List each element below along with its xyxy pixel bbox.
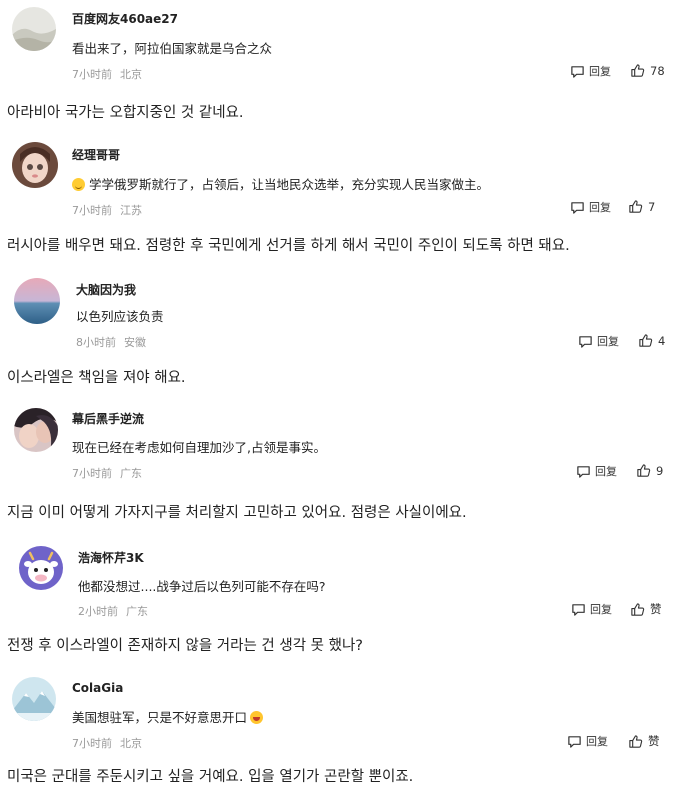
laugh-emoji-icon bbox=[250, 711, 264, 724]
comment-text-content: 学学俄罗斯就行了，占领后，让当地民众选举，充分实现人民当家做主。 bbox=[89, 177, 490, 192]
username[interactable]: 幕后黑手逆流 bbox=[72, 410, 144, 427]
avatar[interactable] bbox=[12, 142, 58, 188]
translation-text: 러시아를 배우면 돼요. 점령한 후 국민에게 선거를 하게 해서 국민이 주인… bbox=[7, 238, 570, 254]
reply-label: 回复 bbox=[589, 201, 611, 214]
comment-time: 7小时前 bbox=[72, 737, 112, 750]
avatar[interactable] bbox=[19, 546, 63, 590]
username[interactable]: ColaGia bbox=[72, 681, 123, 695]
comment-text: 美国想驻军，只是不好意思开口 bbox=[72, 707, 264, 726]
avatar[interactable] bbox=[12, 7, 56, 51]
comment-text-content: 美国想驻军，只是不好意思开口 bbox=[72, 710, 248, 725]
username[interactable]: 浩海怀芹3K bbox=[78, 549, 144, 566]
reply-button[interactable]: 回复 bbox=[576, 463, 617, 479]
comment-meta: 8小时前 安徽 bbox=[76, 334, 146, 350]
like-count: 9 bbox=[656, 463, 664, 478]
like-button[interactable]: 78 bbox=[630, 63, 665, 78]
like-count: 4 bbox=[658, 333, 666, 348]
reply-bubble-icon bbox=[572, 603, 585, 616]
like-button[interactable]: 9 bbox=[636, 463, 663, 478]
comment-location: 安徽 bbox=[124, 336, 146, 349]
reply-label: 回复 bbox=[589, 65, 611, 78]
comment-time: 7小时前 bbox=[72, 467, 112, 480]
comment-time: 7小时前 bbox=[72, 204, 112, 217]
translation-text: 전쟁 후 이스라엘이 존재하지 않을 거라는 건 생각 못 했나? bbox=[7, 638, 363, 654]
thumbs-up-icon bbox=[631, 64, 645, 77]
reply-label: 回复 bbox=[597, 335, 619, 348]
reply-button[interactable]: 回复 bbox=[567, 733, 608, 749]
comment-item: 大脑因为我 以色列应该负责 8小时前 安徽 回复 4 이스라엘은 책임을 져야 해… bbox=[0, 268, 680, 398]
username[interactable]: 经理哥哥 bbox=[72, 146, 120, 163]
comment-time: 8小时前 bbox=[76, 336, 116, 349]
reply-label: 回复 bbox=[590, 603, 612, 616]
comment-location: 北京 bbox=[120, 737, 142, 750]
comment-item: 浩海怀芹3K 他都没想过....战争过后以色列可能不存在吗? 2小时前 广东 回复… bbox=[0, 538, 680, 664]
comment-item: 百度网友460ae27 看出来了，阿拉伯国家就是乌合之众 7小时前 北京 回复 7… bbox=[0, 0, 680, 130]
translation-text: 아라비아 국가는 오합지중인 것 같네요. bbox=[7, 105, 244, 121]
avatar-couple-image bbox=[14, 408, 58, 452]
comment-meta: 2小时前 广东 bbox=[78, 603, 148, 619]
reply-label: 回复 bbox=[595, 465, 617, 478]
like-count: 7 bbox=[648, 199, 656, 214]
smile-emoji-icon bbox=[72, 178, 85, 191]
comment-location: 北京 bbox=[120, 68, 142, 81]
comment-text: 现在已经在考虑如何自理加沙了,占领是事实。 bbox=[72, 440, 326, 455]
avatar[interactable] bbox=[14, 408, 58, 452]
comment-meta: 7小时前 北京 bbox=[72, 66, 142, 82]
avatar-landscape-image bbox=[12, 7, 56, 51]
avatar-mountain-image bbox=[12, 677, 56, 721]
comment-location: 江苏 bbox=[120, 204, 142, 217]
comment-location: 广东 bbox=[120, 467, 142, 480]
like-count: 78 bbox=[650, 63, 665, 78]
reply-bubble-icon bbox=[571, 201, 584, 214]
translation-text: 지금 이미 어떻게 가자지구를 처리할지 고민하고 있어요. 점령은 사실이에요… bbox=[7, 505, 467, 521]
reply-bubble-icon bbox=[568, 735, 581, 748]
comment-meta: 7小时前 广东 bbox=[72, 465, 142, 481]
reply-button[interactable]: 回复 bbox=[578, 333, 619, 349]
like-button[interactable]: 赞 bbox=[628, 733, 660, 749]
comment-meta: 7小时前 北京 bbox=[72, 735, 142, 751]
like-button[interactable]: 7 bbox=[628, 199, 655, 214]
comment-meta: 7小时前 江苏 bbox=[72, 202, 142, 218]
reply-button[interactable]: 回复 bbox=[570, 199, 611, 215]
translation-text: 미국은 군대를 주둔시키고 싶을 거예요. 입을 열기가 곤란할 뿐이죠. bbox=[7, 769, 414, 785]
comment-item: 经理哥哥 学学俄罗斯就行了，占领后，让当地民众选举，充分实现人民当家做主。 7小… bbox=[0, 132, 680, 262]
comment-item: 幕后黑手逆流 现在已经在考虑如何自理加沙了,占领是事实。 7小时前 广东 回复 9… bbox=[0, 400, 680, 530]
translation-text: 이스라엘은 책임을 져야 해요. bbox=[7, 370, 186, 386]
reply-bubble-icon bbox=[577, 465, 590, 478]
like-button[interactable]: 赞 bbox=[630, 601, 662, 617]
username[interactable]: 大脑因为我 bbox=[76, 281, 136, 298]
avatar[interactable] bbox=[14, 278, 60, 324]
avatar-cartoon-cow-image bbox=[19, 546, 63, 590]
reply-button[interactable]: 回复 bbox=[570, 63, 611, 79]
avatar-sunset-image bbox=[14, 278, 60, 324]
reply-bubble-icon bbox=[579, 335, 592, 348]
avatar-doll-image bbox=[12, 142, 58, 188]
avatar[interactable] bbox=[12, 677, 56, 721]
comment-text: 学学俄罗斯就行了，占领后，让当地民众选举，充分实现人民当家做主。 bbox=[72, 174, 489, 193]
username[interactable]: 百度网友460ae27 bbox=[72, 10, 178, 27]
comment-text: 以色列应该负责 bbox=[76, 309, 164, 324]
reply-button[interactable]: 回复 bbox=[571, 601, 612, 617]
like-label: 赞 bbox=[650, 602, 662, 616]
thumbs-up-icon bbox=[629, 200, 643, 213]
comment-time: 2小时前 bbox=[78, 605, 118, 618]
thumbs-up-icon bbox=[639, 334, 653, 347]
like-label: 赞 bbox=[648, 734, 660, 748]
comment-time: 7小时前 bbox=[72, 68, 112, 81]
thumbs-up-icon bbox=[629, 734, 643, 748]
comment-text: 他都没想过....战争过后以色列可能不存在吗? bbox=[78, 579, 326, 594]
comment-location: 广东 bbox=[126, 605, 148, 618]
reply-label: 回复 bbox=[586, 735, 608, 748]
comment-item: ColaGia 美国想驻军，只是不好意思开口 7小时前 北京 回复 赞 미국은 군… bbox=[0, 670, 680, 793]
thumbs-up-icon bbox=[631, 602, 645, 616]
like-button[interactable]: 4 bbox=[638, 333, 665, 348]
thumbs-up-icon bbox=[637, 464, 651, 477]
comment-text: 看出来了，阿拉伯国家就是乌合之众 bbox=[72, 41, 273, 56]
reply-bubble-icon bbox=[571, 65, 584, 78]
